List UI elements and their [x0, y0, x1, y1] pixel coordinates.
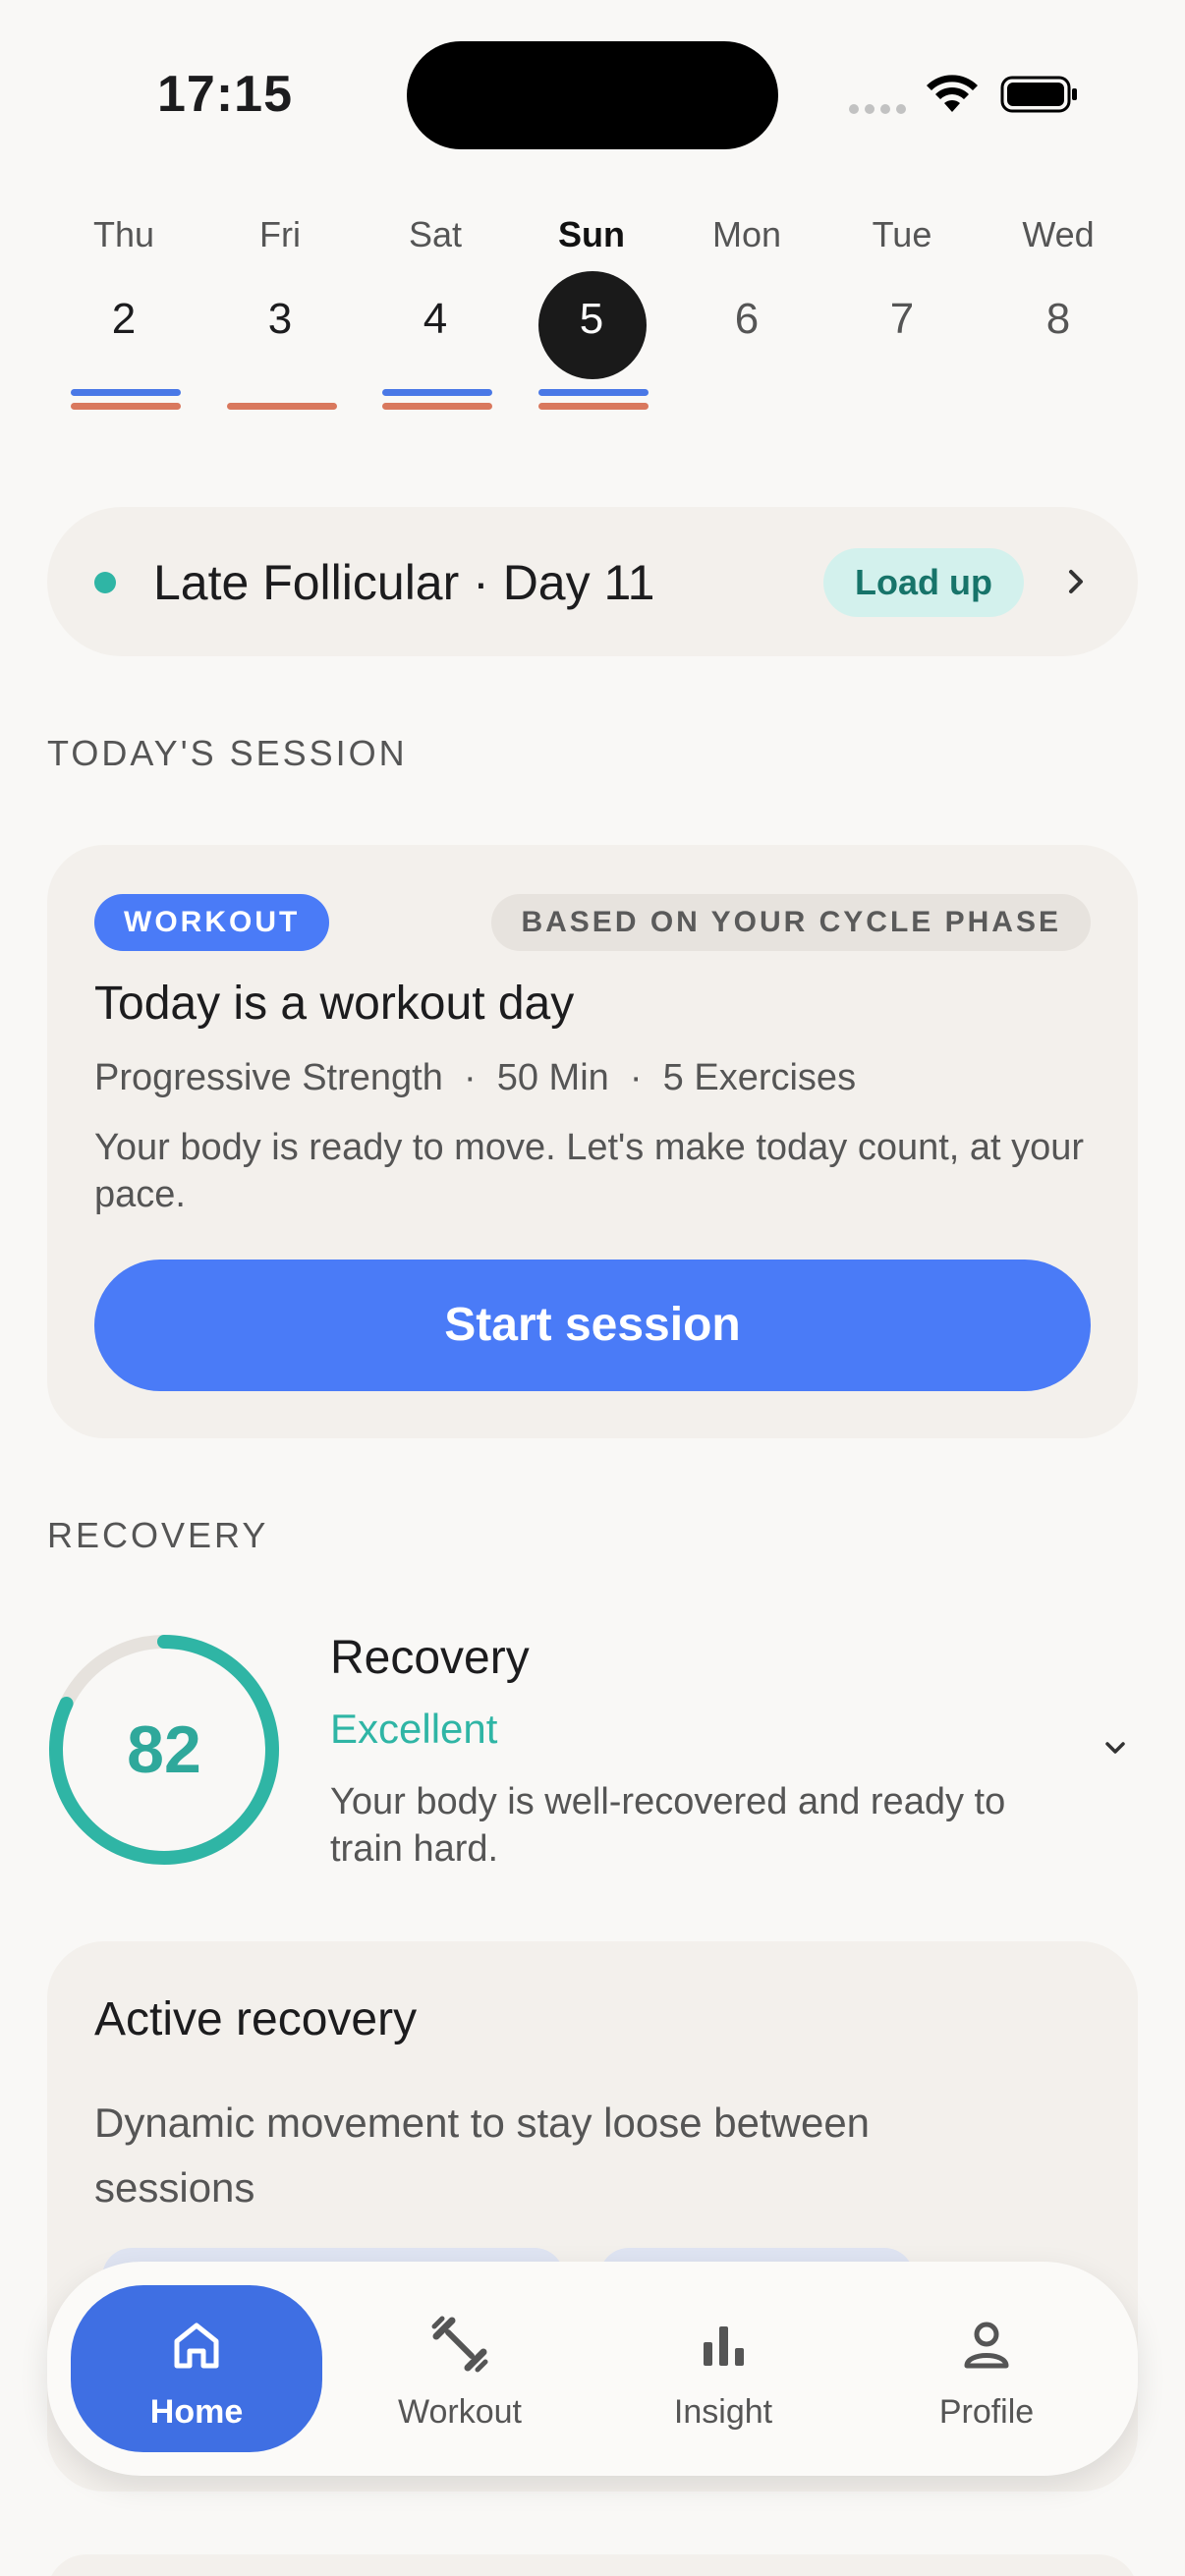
dynamic-island: [407, 41, 778, 149]
nav-item-workout[interactable]: Workout: [334, 2285, 586, 2452]
day-name-mon: Mon: [711, 214, 782, 254]
day-name-thu: Thu: [92, 214, 155, 254]
day-name-wed: Wed: [1022, 214, 1095, 254]
cycle-phase-card[interactable]: Late Follicular · Day 11 Load up: [47, 507, 1138, 656]
activity-bar-workout: [71, 389, 181, 396]
session-title: Today is a workout day: [94, 978, 575, 1030]
activity-bar-cycle: [227, 403, 337, 410]
phase-badge: Load up: [823, 548, 1024, 617]
phase-status-dot: [94, 572, 116, 593]
activity-bar-cycle: [382, 403, 492, 410]
status-time: 17:15: [157, 66, 293, 123]
section-label-todays-session: TODAY'S SESSION: [47, 733, 408, 773]
day-button-6[interactable]: 6: [688, 295, 806, 344]
nav-label-workout: Workout: [398, 2393, 522, 2431]
activity-bar-workout: [382, 389, 492, 396]
bottom-nav: Home Workout Insight Profile: [47, 2262, 1138, 2476]
day-button-8[interactable]: 8: [999, 295, 1117, 344]
battery-icon: [1000, 76, 1077, 113]
next-card: [47, 2554, 1138, 2576]
recovery-status: Excellent: [330, 1706, 498, 1752]
recovery-score: 82: [127, 1712, 201, 1787]
day-name-tue: Tue: [872, 214, 932, 254]
session-description: Your body is ready to move. Let's make t…: [94, 1127, 1085, 1215]
day-button-7[interactable]: 7: [843, 295, 961, 344]
session-meta: Progressive Strength · 50 Min · 5 Exerci…: [94, 1057, 857, 1098]
recovery-description: Your body is well-recovered and ready to…: [330, 1781, 1006, 1870]
session-type-badge: WORKOUT: [94, 894, 330, 951]
nav-label-profile: Profile: [938, 2393, 1035, 2431]
home-icon: [174, 2323, 219, 2369]
nav-item-profile[interactable]: Profile: [861, 2285, 1112, 2452]
active-recovery-description: Dynamic movement to stay loose between s…: [94, 2100, 871, 2211]
chevron-right-icon: [1069, 570, 1083, 593]
nav-item-home[interactable]: Home: [71, 2285, 322, 2452]
section-label-recovery: RECOVERY: [47, 1515, 269, 1555]
wifi-icon: [927, 75, 978, 112]
day-name-fri: Fri: [259, 214, 301, 254]
nav-label-insight: Insight: [673, 2393, 773, 2431]
person-icon: [964, 2322, 1009, 2369]
session-card: WORKOUT BASED ON YOUR CYCLE PHASE Today …: [47, 845, 1138, 1438]
activity-bar-cycle: [538, 403, 649, 410]
cycle-phase-badge: BASED ON YOUR CYCLE PHASE: [491, 894, 1091, 951]
day-button-3[interactable]: 3: [221, 295, 339, 344]
dumbbell-icon: [431, 2316, 488, 2373]
chevron-down-icon[interactable]: [1099, 1737, 1132, 1761]
day-name-sat: Sat: [408, 214, 463, 254]
nav-label-home: Home: [149, 2393, 244, 2431]
bar-chart-icon: [704, 2326, 744, 2366]
start-session-button[interactable]: Start session: [94, 1260, 1091, 1391]
day-button-4[interactable]: 4: [376, 295, 494, 344]
phase-label: Late Follicular · Day 11: [153, 555, 655, 610]
day-name-sun: Sun: [558, 214, 625, 254]
activity-bar-cycle: [71, 403, 181, 410]
activity-bar-workout: [538, 389, 649, 396]
recovery-title: Recovery: [330, 1632, 530, 1684]
active-recovery-title: Active recovery: [94, 1993, 418, 2045]
day-button-2[interactable]: 2: [65, 295, 183, 344]
nav-item-insight[interactable]: Insight: [597, 2285, 849, 2452]
cellular-signal-icon: [849, 104, 906, 114]
day-button-5[interactable]: 5: [533, 295, 650, 344]
